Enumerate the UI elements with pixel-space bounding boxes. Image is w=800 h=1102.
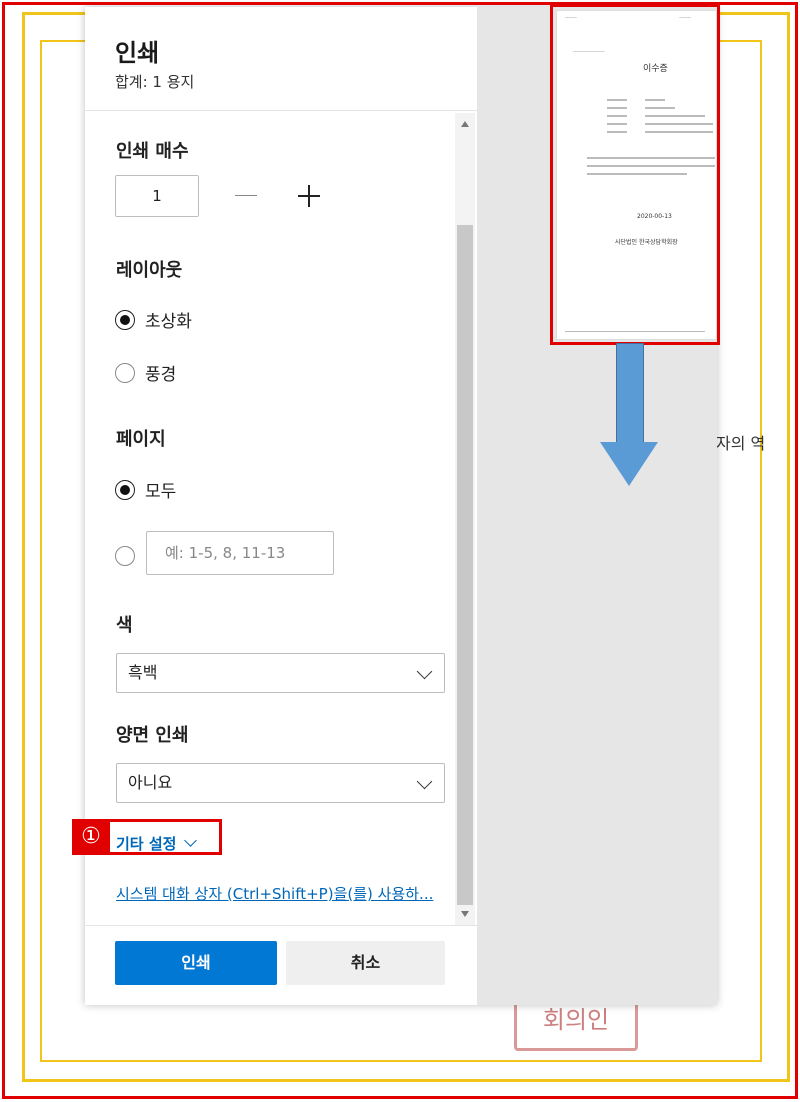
layout-label: 레이아웃 (116, 260, 183, 281)
scroll-up-arrow-icon[interactable] (461, 121, 469, 127)
color-label: 색 (116, 615, 133, 636)
radio-portrait[interactable] (115, 310, 135, 330)
decrease-copies-button[interactable] (235, 183, 259, 207)
dialog-title: 인쇄 (115, 39, 160, 67)
scroll-down-arrow-icon[interactable] (461, 911, 469, 917)
chevron-down-icon (184, 834, 198, 847)
color-value: 흑백 (128, 663, 158, 682)
color-select[interactable]: 흑백 (116, 653, 445, 693)
step-number-badge: ① (72, 819, 110, 855)
radio-pages-all[interactable] (115, 480, 135, 500)
chevron-down-icon (416, 663, 433, 680)
print-button[interactable]: 인쇄 (115, 941, 277, 985)
portrait-label[interactable]: 초상화 (145, 307, 192, 332)
cancel-button[interactable]: 취소 (286, 941, 445, 985)
duplex-label: 양면 인쇄 (116, 725, 189, 746)
background-text: 자의 역 (716, 434, 766, 453)
copies-input[interactable]: 1 (115, 175, 199, 217)
duplex-select[interactable]: 아니요 (116, 763, 445, 803)
more-settings-toggle[interactable]: 기타 설정 (116, 833, 198, 854)
pages-label: 페이지 (116, 429, 166, 450)
sheet-count: 합계: 1 용지 (115, 73, 195, 91)
down-arrow-annotation (616, 343, 644, 444)
increase-copies-button[interactable] (298, 183, 322, 207)
radio-landscape[interactable] (115, 363, 135, 383)
system-dialog-link[interactable]: 시스템 대화 상자 (Ctrl+Shift+P)을(를) 사용하... (116, 883, 433, 904)
footer-divider (85, 925, 477, 926)
header-divider (85, 110, 477, 111)
scrollbar-thumb[interactable] (457, 225, 473, 905)
print-settings-panel: 인쇄 합계: 1 용지 인쇄 매수 1 레이아웃 초상화 풍경 페이지 모두 예… (72, 7, 477, 1005)
landscape-label[interactable]: 풍경 (145, 360, 176, 385)
highlight-box-preview (550, 4, 720, 345)
down-arrow-head (600, 442, 658, 486)
pages-all-label[interactable]: 모두 (145, 477, 176, 502)
radio-pages-custom[interactable] (115, 546, 135, 566)
duplex-value: 아니요 (128, 773, 173, 792)
settings-scrollbar[interactable] (455, 113, 475, 925)
more-settings-label: 기타 설정 (116, 835, 177, 853)
page-range-input[interactable]: 예: 1-5, 8, 11-13 (146, 531, 334, 575)
chevron-down-icon (416, 773, 433, 790)
copies-label: 인쇄 매수 (116, 141, 189, 162)
